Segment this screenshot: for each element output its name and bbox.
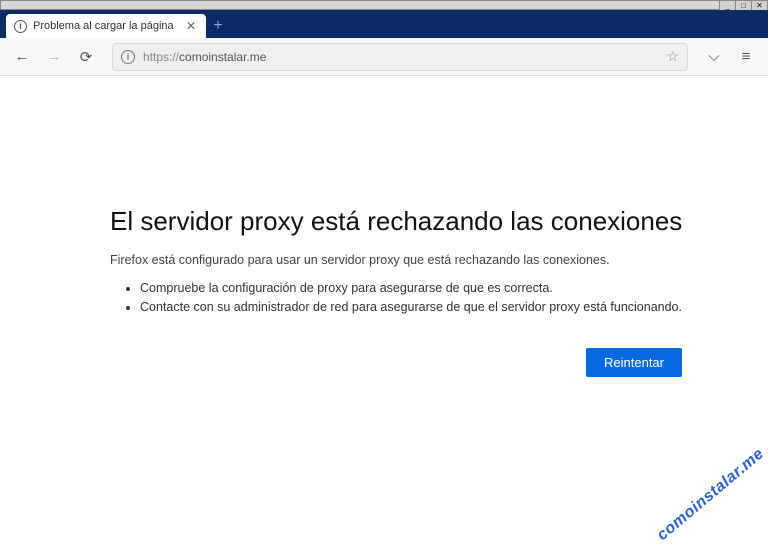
url-text: https://comoinstalar.me <box>143 50 266 64</box>
new-tab-button[interactable]: + <box>206 14 230 38</box>
error-heading: El servidor proxy está rechazando las co… <box>110 206 708 237</box>
error-suggestion-item: Contacte con su administrador de red par… <box>140 300 708 314</box>
forward-button[interactable]: → <box>40 43 68 71</box>
url-bar[interactable]: i https://comoinstalar.me ☆ <box>112 43 688 71</box>
menu-button[interactable]: ≡ <box>732 43 760 71</box>
window-titlebar: _ □ ✕ <box>0 0 768 10</box>
info-icon: i <box>14 20 27 33</box>
tab-close-button[interactable]: ✕ <box>184 19 198 33</box>
window-close-button[interactable]: ✕ <box>751 1 767 10</box>
tab-strip: i Problema al cargar la página ✕ + <box>0 10 768 38</box>
pocket-icon[interactable]: ⌵ <box>700 43 728 71</box>
bookmark-star-icon[interactable]: ☆ <box>666 48 679 65</box>
url-protocol: https:// <box>143 50 179 64</box>
browser-tab[interactable]: i Problema al cargar la página ✕ <box>6 14 206 38</box>
button-row: Reintentar <box>110 348 708 377</box>
navigation-toolbar: ← → ⟳ i https://comoinstalar.me ☆ ⌵ ≡ <box>0 38 768 76</box>
watermark: comoinstalar.me <box>654 445 768 545</box>
url-host: comoinstalar.me <box>179 50 266 64</box>
window-minimize-button[interactable]: _ <box>719 1 735 10</box>
error-description: Firefox está configurado para usar un se… <box>110 253 708 267</box>
window-maximize-button[interactable]: □ <box>735 1 751 10</box>
back-button[interactable]: ← <box>8 43 36 71</box>
reload-button[interactable]: ⟳ <box>72 43 100 71</box>
error-suggestion-item: Compruebe la configuración de proxy para… <box>140 281 708 295</box>
retry-button[interactable]: Reintentar <box>586 348 682 377</box>
site-info-icon[interactable]: i <box>121 50 135 64</box>
tab-title: Problema al cargar la página <box>33 20 178 32</box>
error-page: El servidor proxy está rechazando las co… <box>0 76 768 377</box>
error-suggestions: Compruebe la configuración de proxy para… <box>110 281 708 314</box>
